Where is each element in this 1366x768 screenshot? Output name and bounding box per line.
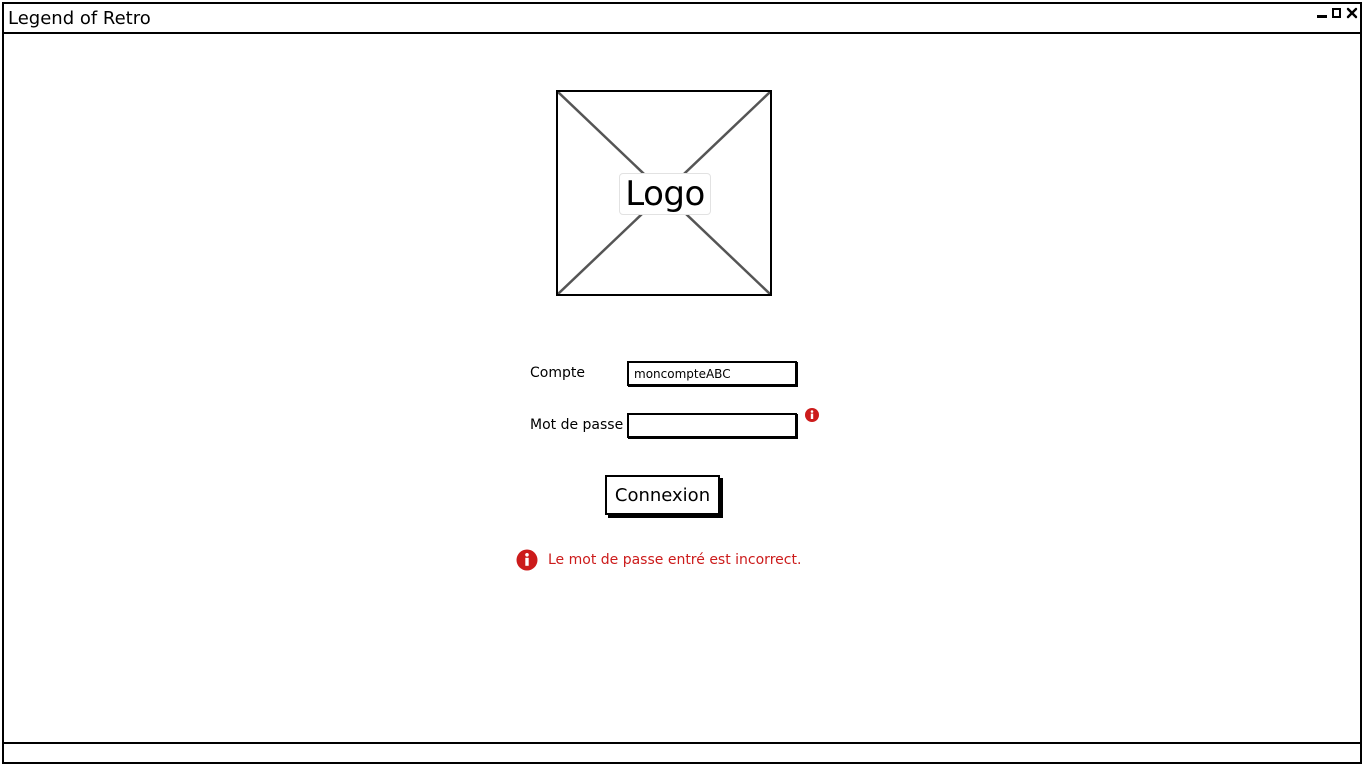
window-title: Legend of Retro <box>8 8 151 29</box>
maximize-icon[interactable] <box>1331 6 1343 20</box>
title-bar: Legend of Retro <box>4 4 1360 34</box>
error-message: Le mot de passe entré est incorrect. <box>516 549 801 571</box>
field-error-info-icon <box>805 408 819 422</box>
status-bar <box>4 742 1360 762</box>
account-input[interactable] <box>627 361 797 386</box>
close-icon[interactable] <box>1346 6 1358 20</box>
error-text: Le mot de passe entré est incorrect. <box>548 552 802 568</box>
account-label: Compte <box>530 365 585 381</box>
info-icon <box>516 549 538 571</box>
connexion-button[interactable]: Connexion <box>605 475 720 515</box>
window-controls <box>1316 6 1358 20</box>
password-input[interactable] <box>627 413 797 438</box>
password-label: Mot de passe <box>530 417 624 433</box>
logo-label: Logo <box>619 173 711 215</box>
minimize-icon[interactable] <box>1316 6 1328 20</box>
logo-placeholder: Logo <box>556 90 772 296</box>
